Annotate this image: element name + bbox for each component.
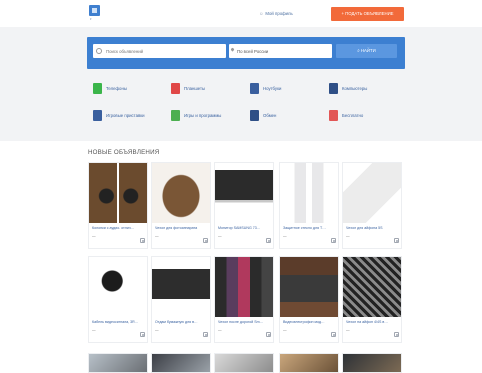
listing-title[interactable]: Видеоэлектрофон мод… [283, 320, 337, 324]
category-icon [171, 83, 180, 94]
listing-card[interactable]: Чехол для айфона 5S — [342, 162, 402, 249]
category-icon [93, 83, 102, 94]
listing-title[interactable]: Чехол для айфона 5S [346, 226, 400, 230]
listing-card[interactable]: Защитное стекло для T… — [279, 162, 339, 249]
listing-card[interactable]: Монитор SAMSUNG 73… — [214, 162, 274, 249]
listing-price: — [155, 328, 159, 332]
listing-image[interactable] [280, 257, 338, 317]
listing-price: — [346, 234, 350, 238]
listing-price: — [218, 328, 222, 332]
category-icon [171, 110, 180, 121]
listing-price: — [92, 234, 96, 238]
listing-image[interactable] [280, 163, 338, 223]
listing-image[interactable] [152, 257, 210, 317]
category-label: Ноутбуки [263, 86, 282, 91]
listing-image [343, 354, 401, 372]
listing-card[interactable] [279, 353, 339, 373]
listing-image [152, 354, 210, 372]
listing-card[interactable] [342, 353, 402, 373]
category-label: Планшеты [184, 86, 206, 91]
category-label: Компьютеры [342, 86, 368, 91]
category-icon [329, 110, 338, 121]
listing-price: — [283, 234, 287, 238]
listing-price: — [283, 328, 287, 332]
listing-image[interactable] [89, 163, 147, 223]
listing-card[interactable] [214, 353, 274, 373]
category-icon [329, 83, 338, 94]
favorite-icon[interactable] [394, 238, 399, 243]
region-field[interactable] [229, 44, 332, 58]
listings-title: НОВЫЕ ОБЪЯВЛЕНИЯ [88, 149, 160, 156]
favorite-icon[interactable] [331, 332, 336, 337]
listing-card[interactable]: Колонки с аудио. отлич… — [88, 162, 148, 249]
category-label: Бесплатно [342, 113, 364, 118]
listing-card[interactable] [151, 353, 211, 373]
search-input[interactable] [93, 44, 226, 58]
favorite-icon[interactable] [203, 238, 208, 243]
listing-card[interactable] [88, 353, 148, 373]
favorite-icon[interactable] [266, 332, 271, 337]
category-label: Обмен [263, 113, 277, 118]
listing-image[interactable] [215, 163, 273, 223]
user-icon: ☺ [259, 11, 264, 16]
listing-image[interactable] [152, 163, 210, 223]
find-button[interactable]: ⌕ НАЙТИ [336, 44, 397, 58]
listing-card[interactable]: Кабель видеосигнала, 3R… — [88, 256, 148, 343]
listing-title[interactable]: Монитор SAMSUNG 73… [218, 226, 272, 230]
listing-image [280, 354, 338, 372]
listing-title[interactable]: Отдам бумажную для в… [155, 320, 209, 324]
listing-price: — [346, 328, 350, 332]
favorite-icon[interactable] [203, 332, 208, 337]
listing-card[interactable]: Чехол после дорогой Sm… — [214, 256, 274, 343]
listing-price: — [92, 328, 96, 332]
post-ad-button[interactable]: + ПОДАТЬ ОБЪЯВЛЕНИЕ [331, 7, 404, 21]
listing-title[interactable]: Чехол после дорогой Sm… [218, 320, 272, 324]
listing-card[interactable]: Чехол на айфон 4/4S в… — [342, 256, 402, 343]
listing-image [215, 354, 273, 372]
listing-price: — [218, 234, 222, 238]
listing-title[interactable]: Колонки с аудио. отлич… [92, 226, 146, 230]
listing-title[interactable]: Чехол для фотоаппарата [155, 226, 209, 230]
listing-image[interactable] [89, 257, 147, 317]
listing-price: — [155, 234, 159, 238]
category-icon [93, 110, 102, 121]
category-label: Телефоны [106, 86, 127, 91]
favorite-icon[interactable] [394, 332, 399, 337]
listing-image [89, 354, 147, 372]
search-icon [96, 48, 102, 54]
listing-title[interactable]: Защитное стекло для T… [283, 226, 337, 230]
logo-caption: ▾ [90, 17, 92, 21]
listing-image[interactable] [215, 257, 273, 317]
category-icon [250, 110, 259, 121]
favorite-icon[interactable] [266, 238, 271, 243]
listing-card[interactable]: Чехол для фотоаппарата — [151, 162, 211, 249]
favorite-icon[interactable] [140, 238, 145, 243]
listing-title[interactable]: Чехол на айфон 4/4S в… [346, 320, 400, 324]
site-logo[interactable] [89, 5, 100, 16]
listing-image[interactable] [343, 163, 401, 223]
top-bar: ▾ ☺ Мой профиль + ПОДАТЬ ОБЪЯВЛЕНИЕ [0, 0, 482, 26]
category-label: Игры и программы [184, 113, 222, 118]
favorite-icon[interactable] [140, 332, 145, 337]
listing-image[interactable] [343, 257, 401, 317]
favorite-icon[interactable] [331, 238, 336, 243]
listing-title[interactable]: Кабель видеосигнала, 3R… [92, 320, 146, 324]
my-profile-link[interactable]: ☺ Мой профиль [259, 11, 293, 16]
category-icon [250, 83, 259, 94]
listing-card[interactable]: Отдам бумажную для в… — [151, 256, 211, 343]
category-label: Игровые приставки [106, 113, 145, 118]
listing-card[interactable]: Видеоэлектрофон мод… — [279, 256, 339, 343]
